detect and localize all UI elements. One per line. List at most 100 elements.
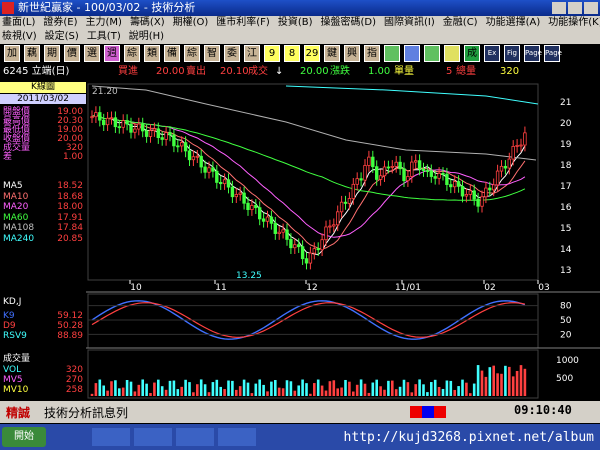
toolbar-button-5[interactable]: 週: [104, 45, 120, 62]
volume-bar: [258, 379, 261, 396]
x-tick-label: 02: [484, 283, 495, 293]
candle-body: [355, 178, 359, 185]
menu2-item-3[interactable]: 說明(H): [129, 31, 164, 42]
toolbar-button-26[interactable]: Page: [524, 45, 542, 62]
menu-item-2[interactable]: 主力(M): [86, 17, 122, 28]
menu2-item-1[interactable]: 設定(S): [45, 31, 79, 42]
price-tick: 15: [560, 224, 571, 234]
volume-bar: [110, 381, 113, 396]
taskbar-app-3[interactable]: [176, 428, 214, 446]
toolbar-button-4[interactable]: 選: [84, 45, 100, 62]
toolbar-button-1[interactable]: 藕: [24, 45, 40, 62]
kd-row: D9 50.28: [3, 321, 83, 331]
volume-bar: [172, 380, 176, 396]
volume-bar: [316, 379, 320, 396]
minimize-button[interactable]: [552, 2, 566, 14]
kd-tick: 20: [560, 330, 572, 340]
volume-bar: [289, 381, 293, 396]
toolbar-button-15[interactable]: 29: [304, 45, 320, 62]
total-vol-label: 總量: [456, 66, 476, 77]
menu-item-6[interactable]: 投資(B): [278, 17, 313, 28]
volume-bar: [449, 380, 453, 396]
toolbar-button-18[interactable]: 指: [364, 45, 380, 62]
candle-body: [121, 120, 125, 128]
toolbar-button-16[interactable]: 鍵: [324, 45, 340, 62]
toolbar-button-25[interactable]: Fig: [504, 45, 520, 62]
menu-item-11[interactable]: 功能操作(K): [548, 17, 600, 28]
volume-bar: [180, 386, 183, 396]
toolbar-button-13[interactable]: 9: [264, 45, 280, 62]
toolbar-button-20[interactable]: [404, 45, 420, 62]
ma-label: MA10: [3, 191, 29, 202]
toolbar-button-0[interactable]: 加: [4, 45, 20, 62]
toolbar-button-2[interactable]: 期: [44, 45, 60, 62]
kd-row: K9 59.12: [3, 311, 83, 321]
toolbar-button-22[interactable]: [444, 45, 460, 62]
toolbar-button-19[interactable]: [384, 45, 400, 62]
volume-bar: [90, 393, 94, 396]
toolbar-button-7[interactable]: 類: [144, 45, 160, 62]
message-bar: 精誠 技術分析訊息列 09:10:40: [0, 401, 600, 423]
candle-body: [429, 170, 433, 177]
candle-body: [218, 182, 223, 185]
candle-body: [413, 160, 418, 163]
taskbar-app-1[interactable]: [92, 428, 130, 446]
volume-bar: [102, 385, 105, 396]
toolbar-button-17[interactable]: 興: [344, 45, 360, 62]
toolbar-button-10[interactable]: 智: [204, 45, 220, 62]
toolbar-button-6[interactable]: 綜: [124, 45, 140, 62]
toolbar-button-27[interactable]: Page: [544, 45, 562, 62]
volume-bar: [465, 382, 468, 396]
ma-row: MA10 18.68: [3, 192, 83, 202]
ma-value: 20.85: [57, 233, 83, 244]
volume-bar: [500, 373, 503, 396]
quote-row: 差 1.00: [3, 152, 83, 162]
menu-item-3[interactable]: 籌碼(X): [130, 17, 165, 28]
close-button[interactable]: [584, 2, 598, 14]
toolbar-button-24[interactable]: Ex: [484, 45, 500, 62]
menu-item-7[interactable]: 操盤密碼(D): [321, 17, 377, 28]
toolbar-button-23[interactable]: 成: [464, 45, 480, 62]
menu-item-8[interactable]: 國際資訊(I): [384, 17, 435, 28]
taskbar-app-4[interactable]: [218, 428, 256, 446]
kd-label: RSV9: [3, 331, 27, 341]
toolbar-button-21[interactable]: [424, 45, 440, 62]
volume-bar: [293, 390, 297, 396]
volume-bar: [461, 379, 464, 396]
toolbar-button-8[interactable]: 備: [164, 45, 180, 62]
toolbar-button-3[interactable]: 價: [64, 45, 80, 62]
toolbar-button-11[interactable]: 委: [224, 45, 240, 62]
app-icon: [2, 2, 14, 14]
menu-item-4[interactable]: 期權(O): [173, 17, 209, 28]
menu-item-9[interactable]: 金融(C): [443, 17, 478, 28]
candle-body: [207, 167, 211, 173]
toolbar-button-9[interactable]: 綜: [184, 45, 200, 62]
price-chart[interactable]: 80 50 20 1000 500 21 20 19 18 17 16 15 14 13 21.20 13…: [86, 80, 600, 400]
taskbar-app-2[interactable]: [134, 428, 172, 446]
candle-body: [460, 185, 465, 197]
toolbar-button-12[interactable]: 江: [244, 45, 260, 62]
volume-bar: [164, 389, 168, 396]
vol-value: 258: [65, 385, 83, 395]
kd-tick: 50: [560, 316, 572, 326]
volume-bar: [145, 383, 148, 396]
ma-label: MA60: [3, 212, 29, 223]
menu-item-0[interactable]: 畫面(L): [2, 17, 35, 28]
volume-bar: [121, 387, 125, 396]
menu-item-5[interactable]: 匯市利率(F): [216, 17, 270, 28]
menu2-item-0[interactable]: 檢視(V): [2, 31, 37, 42]
volume-bar: [98, 379, 102, 396]
menu-item-1[interactable]: 證券(E): [43, 17, 77, 28]
start-button[interactable]: 開始: [2, 427, 46, 447]
toolbar-button-14[interactable]: 8: [284, 45, 300, 62]
maximize-button[interactable]: [568, 2, 582, 14]
candle-body: [222, 179, 227, 185]
menu-item-10[interactable]: 功能選擇(A): [486, 17, 541, 28]
menu2-item-2[interactable]: 工具(T): [87, 31, 121, 42]
volume-bar: [371, 382, 375, 396]
candle-body: [152, 128, 157, 131]
volume-bar: [496, 373, 499, 396]
volume-bar: [324, 390, 328, 396]
kd-label: D9: [3, 321, 16, 331]
price-tick: 17: [560, 182, 571, 192]
